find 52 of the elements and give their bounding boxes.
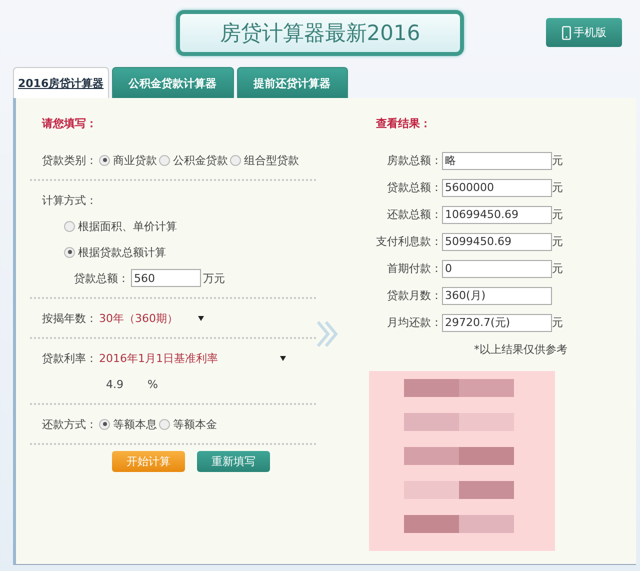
rate-value: 4.9 (106, 378, 124, 390)
result-field[interactable]: 5600000 (442, 178, 552, 196)
result-label: 首期付款： (386, 261, 442, 276)
field-label: 按揭年数： (42, 310, 97, 326)
tab[interactable]: 2016房贷计算器 (13, 67, 109, 98)
unit-label: 元 (552, 315, 563, 330)
radio-option[interactable]: 等额本息 (99, 416, 157, 432)
result-label: 支付利息款： (375, 234, 442, 249)
radio-option[interactable]: 组合型贷款 (230, 152, 299, 168)
radio-option[interactable]: 根据面积、单价计算 (64, 218, 177, 234)
field-label: 贷款类别： (42, 152, 97, 168)
radio-option[interactable]: 等额本金 (159, 416, 217, 432)
caret-icon (280, 356, 286, 360)
radio-option[interactable]: 根据贷款总额计算 (64, 244, 166, 260)
result-label: 贷款总额： (386, 180, 442, 195)
result-label: 还款总额： (386, 207, 442, 222)
dropdown[interactable]: 30年（360期） (99, 310, 204, 326)
result-field[interactable]: 略 (442, 152, 552, 170)
unit-label: 元 (552, 261, 563, 276)
phone-icon (562, 26, 570, 40)
result-field[interactable]: 10699450.69 (442, 206, 552, 224)
section-heading: 请您填写： (42, 116, 98, 131)
double-chevron-icon (316, 320, 340, 348)
field-label: 还款方式： (42, 416, 97, 432)
radio-option[interactable]: 商业贷款 (99, 152, 157, 168)
field-label: 贷款总额： (74, 270, 129, 286)
result-label: 月均还款： (386, 315, 442, 330)
result-label: 房款总额： (386, 153, 442, 168)
unit-label: 元 (552, 207, 563, 222)
mobile-version-button[interactable]: 手机版 (546, 18, 622, 47)
caret-icon (198, 316, 204, 320)
unit-label: 万元 (203, 270, 225, 286)
result-field[interactable]: 0 (442, 260, 552, 278)
page-title: 房贷计算器最新2016 (176, 10, 464, 56)
unit-label: 元 (552, 153, 563, 168)
disclaimer-note: *以上结果仅供参考 (474, 342, 568, 357)
section-heading: 查看结果： (376, 116, 432, 131)
result-field[interactable]: 360(月) (442, 286, 552, 304)
dropdown[interactable]: 2016年1月1日基准利率 (99, 350, 286, 366)
reset-button[interactable]: 重新填写 (197, 451, 270, 472)
tab[interactable]: 公积金贷款计算器 (112, 67, 234, 98)
tab[interactable]: 提前还贷计算器 (236, 67, 348, 98)
field-label: 贷款利率： (42, 350, 97, 366)
result-field[interactable]: 5099450.69 (442, 232, 552, 250)
input-field[interactable]: 560 (131, 269, 201, 287)
field-label: 计算方式： (42, 192, 97, 208)
result-label: 贷款月数： (386, 288, 442, 303)
unit-label: 元 (552, 234, 563, 249)
unit-label: % (148, 378, 158, 390)
unit-label: 元 (552, 180, 563, 195)
result-field[interactable]: 29720.7(元) (442, 314, 552, 332)
radio-option[interactable]: 公积金贷款 (159, 152, 228, 168)
